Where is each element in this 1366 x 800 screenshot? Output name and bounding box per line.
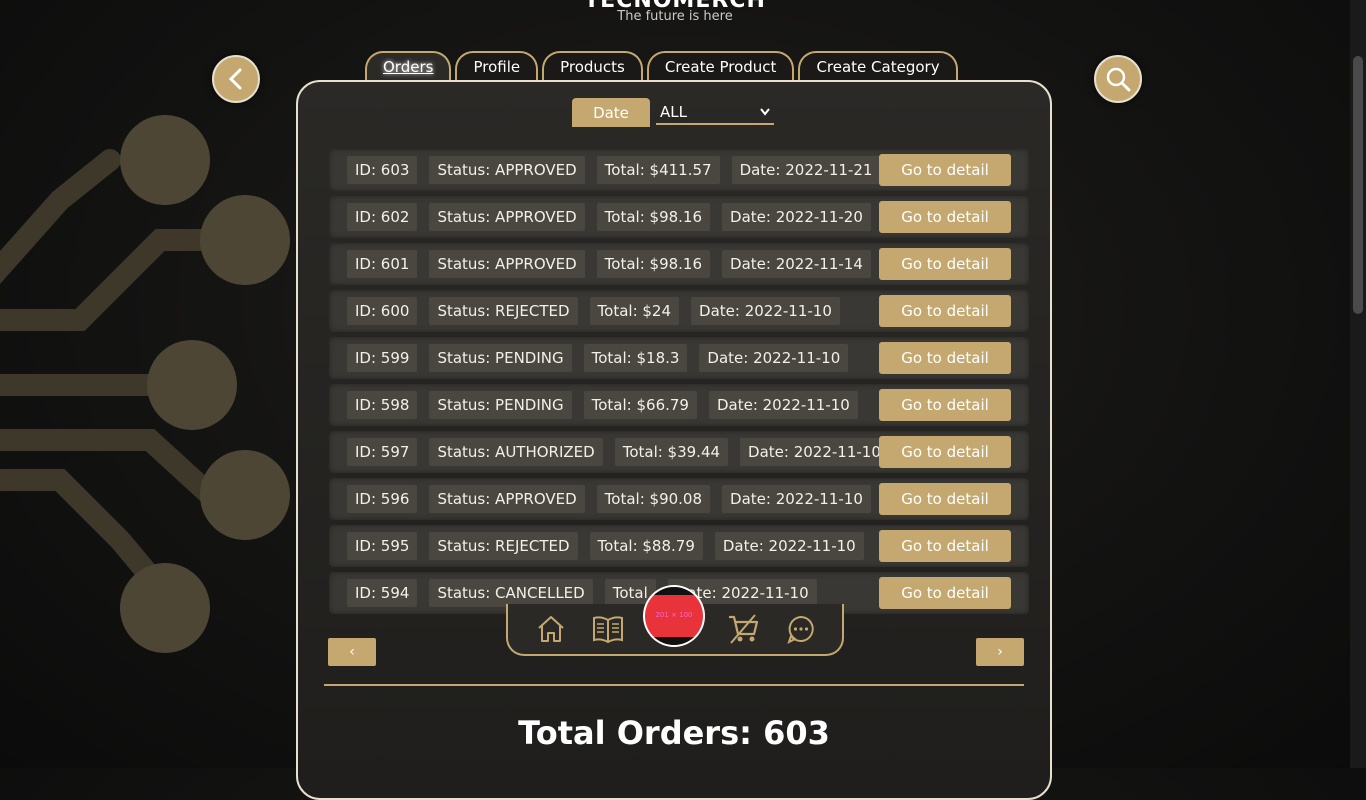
order-status: Status: CANCELLED bbox=[429, 579, 593, 607]
page-scrollbar[interactable] bbox=[1350, 0, 1366, 768]
order-row: ID: 599 Status: PENDING Total: $18.3 Date: … bbox=[329, 337, 1029, 379]
brand-tagline: The future is here bbox=[617, 9, 733, 24]
order-status: Status: APPROVED bbox=[429, 250, 585, 278]
order-date: Date: 2022-11-10 bbox=[740, 438, 889, 466]
home-icon bbox=[538, 616, 564, 642]
order-status: Status: AUTHORIZED bbox=[429, 438, 603, 466]
date-filter-select[interactable]: ALL bbox=[656, 101, 774, 125]
go-to-detail-button[interactable]: Go to detail bbox=[879, 436, 1011, 468]
date-filter-button[interactable]: Date bbox=[572, 98, 650, 127]
dock-center-button[interactable]: 201 × 100 bbox=[643, 585, 705, 647]
order-row: ID: 603 Status: APPROVED Total: $411.57 Dat… bbox=[329, 149, 1029, 191]
orders-panel: Date ALL ID: 603 Status: APPROVED Total: $… bbox=[296, 80, 1052, 800]
order-id: ID: 602 bbox=[347, 203, 418, 231]
go-to-detail-button[interactable]: Go to detail bbox=[879, 248, 1011, 280]
order-total: Total: $18.3 bbox=[583, 344, 688, 372]
order-status: Status: APPROVED bbox=[429, 156, 585, 184]
search-button[interactable] bbox=[1094, 55, 1142, 103]
catalog-button[interactable] bbox=[591, 612, 625, 646]
order-id: ID: 594 bbox=[347, 579, 418, 607]
circuit-background bbox=[0, 115, 290, 653]
order-id: ID: 603 bbox=[347, 156, 418, 184]
order-status: Status: PENDING bbox=[429, 391, 572, 419]
order-total: Total: $88.79 bbox=[589, 532, 703, 560]
search-icon bbox=[1106, 67, 1131, 92]
order-status: Status: REJECTED bbox=[429, 532, 578, 560]
go-to-detail-button[interactable]: Go to detail bbox=[879, 483, 1011, 515]
cart-icon bbox=[729, 614, 759, 644]
order-date: Date: 2022-11-21 bbox=[731, 156, 881, 184]
placeholder-label: 201 × 100 bbox=[655, 611, 693, 619]
order-total: Total: $39.44 bbox=[614, 438, 729, 466]
order-row: ID: 596 Status: APPROVED Total: $90.08 Date… bbox=[329, 478, 1029, 520]
placeholder-image: 201 × 100 bbox=[645, 587, 703, 645]
order-date: Date: 2022-11-10 bbox=[708, 391, 858, 419]
brand-header: TECNOMERCH The future is here bbox=[0, 0, 1350, 24]
book-icon bbox=[593, 616, 623, 644]
order-row: ID: 601 Status: APPROVED Total: $98.16 Date… bbox=[329, 243, 1029, 285]
go-to-detail-button[interactable]: Go to detail bbox=[879, 389, 1011, 421]
date-filter: Date ALL bbox=[572, 98, 774, 127]
go-to-detail-button[interactable]: Go to detail bbox=[879, 295, 1011, 327]
order-status: Status: PENDING bbox=[429, 344, 572, 372]
order-total: Total: $66.79 bbox=[583, 391, 697, 419]
order-total: Total: $98.16 bbox=[596, 203, 711, 231]
cart-button[interactable] bbox=[727, 612, 761, 646]
prev-page-button[interactable]: ‹ bbox=[328, 638, 376, 666]
tab-create-category[interactable]: Create Category bbox=[798, 51, 958, 81]
select-value: ALL bbox=[660, 102, 687, 121]
order-id: ID: 595 bbox=[347, 532, 418, 560]
go-to-detail-button[interactable]: Go to detail bbox=[879, 530, 1011, 562]
tab-products[interactable]: Products bbox=[542, 51, 643, 81]
order-total: Total: $24 bbox=[589, 297, 680, 325]
tab-profile[interactable]: Profile bbox=[455, 51, 539, 81]
order-row: ID: 598 Status: PENDING Total: $66.79 Date:… bbox=[329, 384, 1029, 426]
order-row: ID: 597 Status: AUTHORIZED Total: $39.44 Da… bbox=[329, 431, 1029, 473]
order-status: Status: APPROVED bbox=[429, 485, 585, 513]
order-date: Date: 2022-11-10 bbox=[691, 297, 840, 325]
order-id: ID: 600 bbox=[347, 297, 418, 325]
order-date: Date: 2022-11-14 bbox=[722, 250, 871, 278]
go-to-detail-button[interactable]: Go to detail bbox=[879, 154, 1011, 186]
order-row: ID: 602 Status: APPROVED Total: $98.16 Date… bbox=[329, 196, 1029, 238]
tab-create-product[interactable]: Create Product bbox=[646, 51, 795, 81]
chevron-down-icon bbox=[760, 107, 770, 116]
order-row: ID: 600 Status: REJECTED Total: $24 Date: 2… bbox=[329, 290, 1029, 332]
chat-button[interactable] bbox=[784, 612, 818, 646]
order-id: ID: 598 bbox=[347, 391, 418, 419]
back-button[interactable] bbox=[212, 55, 260, 103]
order-date: Date: 2022-11-10 bbox=[722, 485, 871, 513]
home-button[interactable] bbox=[534, 612, 568, 646]
go-to-detail-button[interactable]: Go to detail bbox=[879, 201, 1011, 233]
nav-tabs: Orders Profile Products Create Product C… bbox=[365, 51, 958, 81]
next-page-button[interactable]: › bbox=[976, 638, 1024, 666]
order-date: Date: 2022-11-20 bbox=[722, 203, 871, 231]
go-to-detail-button[interactable]: Go to detail bbox=[879, 342, 1011, 374]
back-arrow-icon bbox=[228, 68, 242, 90]
order-date: Date: 2022-11-10 bbox=[699, 344, 849, 372]
tab-orders[interactable]: Orders bbox=[365, 51, 452, 81]
order-id: ID: 599 bbox=[347, 344, 418, 372]
order-id: ID: 601 bbox=[347, 250, 418, 278]
total-orders: Total Orders: 603 bbox=[518, 714, 830, 752]
order-date: Date: 2022-11-10 bbox=[714, 532, 864, 560]
order-id: ID: 596 bbox=[347, 485, 418, 513]
go-to-detail-button[interactable]: Go to detail bbox=[879, 577, 1011, 609]
order-total: Total: $98.16 bbox=[596, 250, 711, 278]
chat-icon bbox=[787, 615, 814, 644]
order-id: ID: 597 bbox=[347, 438, 418, 466]
order-total: Total: $90.08 bbox=[596, 485, 711, 513]
order-total: Total: $411.57 bbox=[596, 156, 720, 184]
divider bbox=[324, 684, 1024, 686]
orders-list: ID: 603 Status: APPROVED Total: $411.57 Dat… bbox=[329, 149, 1029, 619]
order-status: Status: APPROVED bbox=[429, 203, 585, 231]
order-row: ID: 595 Status: REJECTED Total: $88.79 Date… bbox=[329, 525, 1029, 567]
order-status: Status: REJECTED bbox=[429, 297, 578, 325]
scrollbar-thumb[interactable] bbox=[1353, 56, 1363, 314]
